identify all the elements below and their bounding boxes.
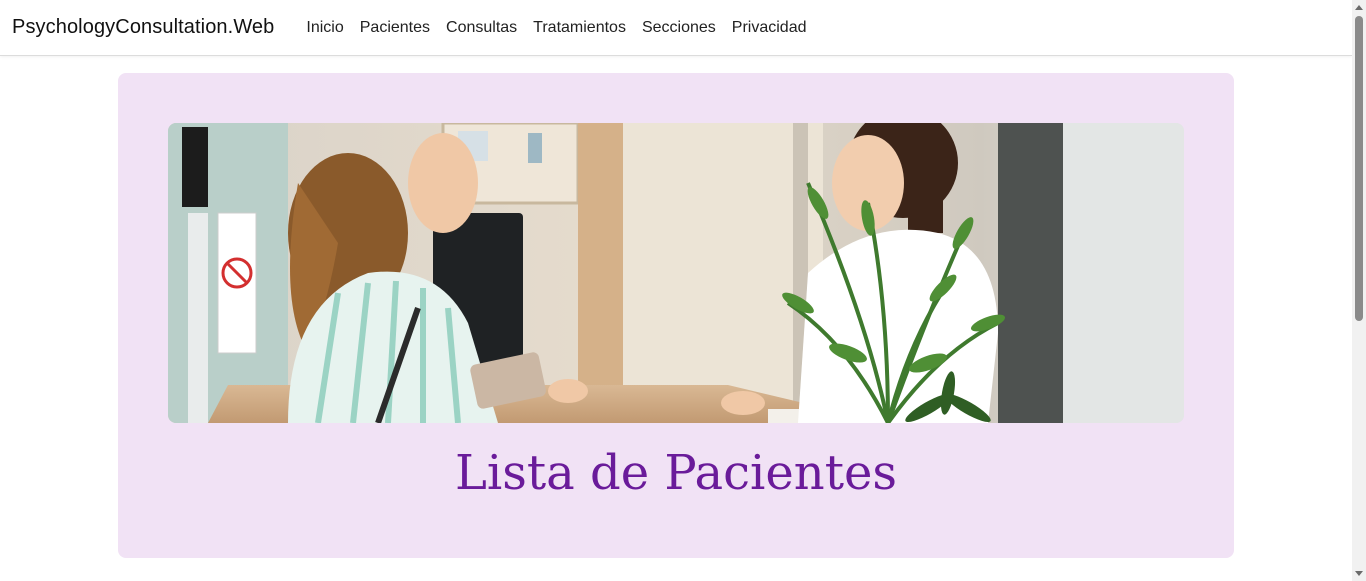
hero-card: Lista de Pacientes — [118, 73, 1234, 558]
brand-link[interactable]: PsychologyConsultation.Web — [12, 16, 274, 39]
nav-link-consultas[interactable]: Consultas — [438, 0, 525, 56]
reception-photo-illustration — [168, 123, 1184, 423]
nav-link-privacidad[interactable]: Privacidad — [724, 0, 815, 56]
page-title: Lista de Pacientes — [454, 445, 898, 501]
nav-link-inicio[interactable]: Inicio — [298, 0, 351, 56]
nav-link-secciones[interactable]: Secciones — [634, 0, 724, 56]
scroll-thumb[interactable] — [1355, 16, 1363, 321]
nav-link-pacientes[interactable]: Pacientes — [352, 0, 438, 56]
nav-links: Inicio Pacientes Consultas Tratamientos … — [298, 0, 814, 56]
top-navbar: PsychologyConsultation.Web Inicio Pacien… — [0, 0, 1352, 56]
nav-link-tratamientos[interactable]: Tratamientos — [525, 0, 634, 56]
scroll-up-icon[interactable] — [1355, 5, 1363, 10]
scroll-down-icon[interactable] — [1355, 571, 1363, 576]
vertical-scrollbar[interactable] — [1352, 0, 1366, 581]
page: PsychologyConsultation.Web Inicio Pacien… — [0, 0, 1366, 581]
reception-photo — [168, 123, 1184, 423]
